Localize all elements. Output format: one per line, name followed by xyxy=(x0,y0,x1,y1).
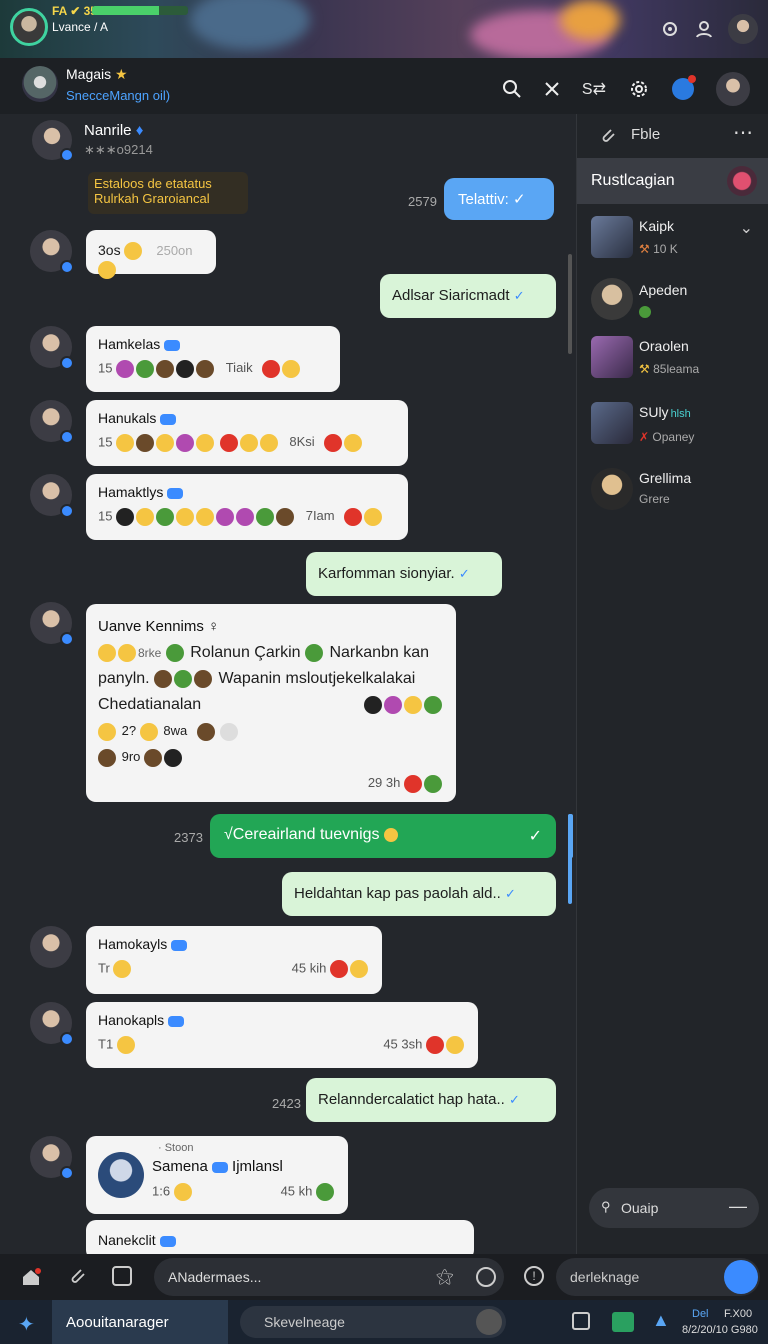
message-bubble[interactable]: √Cereairland tuevnigs ✓ xyxy=(210,814,556,858)
player-avatar[interactable] xyxy=(10,8,48,46)
message-bubble[interactable]: Hanukals 15 8Ksi xyxy=(86,400,408,466)
minus-icon[interactable]: — xyxy=(729,1196,747,1217)
avatar[interactable] xyxy=(30,230,74,274)
verified-icon xyxy=(159,1235,176,1247)
info-icon[interactable]: ! xyxy=(524,1266,544,1286)
message-bubble[interactable]: Uanve Kennims ♀ 8rke Rolanun Çarkin Nark… xyxy=(86,604,456,802)
message-bubble[interactable]: · Stoon Samena Ijmlansl 1:6 45 kh xyxy=(86,1136,348,1214)
tray-icon[interactable] xyxy=(612,1312,634,1332)
message-bubble[interactable]: 3os 250on xyxy=(86,230,216,279)
verified-icon xyxy=(168,1015,185,1027)
message-bubble[interactable]: Karfomman sionyiar. ✓ xyxy=(306,552,502,596)
sidebar-item[interactable]: Apeden xyxy=(577,278,768,334)
message-input[interactable]: ANadermaes... ⚝ xyxy=(154,1258,504,1296)
tray-icon[interactable] xyxy=(572,1312,590,1330)
message-bubble[interactable]: Nanekclit xyxy=(86,1220,474,1254)
clock-time: F.X00 xyxy=(724,1308,753,1320)
translate-icon[interactable]: S⇄ xyxy=(582,79,606,99)
sender-status: ∗∗∗o9214 xyxy=(84,142,153,157)
message-composer: ANadermaes... ⚝ ! derleknage xyxy=(0,1254,768,1300)
section-avatar[interactable] xyxy=(727,166,757,196)
sidebar-item[interactable]: SUly hlsh ✗ Opaney xyxy=(577,400,768,456)
avatar[interactable] xyxy=(32,120,74,162)
message-bubble[interactable]: Relanndercalatict hap hata.. ✓ xyxy=(306,1078,556,1122)
notification-icon[interactable] xyxy=(672,75,696,100)
avatar[interactable] xyxy=(30,1136,74,1180)
tray-label: Del xyxy=(692,1308,709,1320)
message-time: 2423 xyxy=(272,1096,301,1111)
sidebar-item[interactable]: Kaipk ⚒ 10 K ⌄ xyxy=(577,214,768,270)
voice-icon[interactable]: ⚝ xyxy=(436,1266,454,1287)
sender-name: Nanrile ♦ xyxy=(84,122,144,139)
attach-icon[interactable] xyxy=(599,126,617,144)
verified-icon xyxy=(164,339,181,351)
message-time: 2579 xyxy=(408,194,437,209)
game-banner: FA ✔ 35823 Lvance / A xyxy=(0,0,768,58)
clock-date: 8/2/20/10 G980 xyxy=(682,1324,758,1336)
sidebar-item[interactable]: Oraolen ⚒ 85leama xyxy=(577,334,768,390)
gear-icon[interactable] xyxy=(660,19,680,39)
search-icon[interactable] xyxy=(476,1309,502,1335)
chat-scrollbar[interactable] xyxy=(568,254,572,354)
avatar[interactable] xyxy=(30,474,74,518)
right-sidebar: Fble ⋯ Rustlcagian Kaipk ⚒ 10 K ⌄ Apeden… xyxy=(576,114,768,1254)
taskbar-search[interactable]: Skevelneage xyxy=(240,1306,506,1338)
chat-messages[interactable]: Nanrile ♦ ∗∗∗o9214 Estaloos de etatatus … xyxy=(0,114,576,1254)
sidebar-bottom-control[interactable]: ⚲ Ouaip — xyxy=(589,1188,759,1228)
rocket-icon[interactable]: ▲ xyxy=(652,1310,670,1331)
start-icon[interactable]: ✦ xyxy=(18,1312,35,1337)
sidebar-item[interactable]: Grellima Grere xyxy=(577,466,768,522)
account-avatar[interactable] xyxy=(716,72,750,106)
verified-icon xyxy=(171,939,188,951)
chevron-down-icon[interactable]: ⌄ xyxy=(740,218,753,238)
avatar[interactable] xyxy=(30,602,74,646)
verified-icon xyxy=(167,487,184,499)
file-label[interactable]: Fble xyxy=(631,126,660,143)
message-bubble[interactable]: Hamaktlys 15 7Iam xyxy=(86,474,408,540)
message-bubble[interactable]: Telattiv: ✓ xyxy=(444,178,554,220)
system-note: Estaloos de etatatus Rulrkah Graroiancal xyxy=(88,172,248,214)
secondary-input[interactable]: derleknage xyxy=(556,1258,760,1296)
group-subtitle: SnecceMangn oil) xyxy=(66,88,171,103)
avatar xyxy=(98,1152,144,1198)
message-bubble[interactable]: Heldahtan kap pas paolah ald.. ✓ xyxy=(282,872,556,916)
avatar[interactable] xyxy=(30,326,74,370)
settings-icon[interactable] xyxy=(628,78,650,100)
sticker-icon[interactable] xyxy=(112,1266,132,1286)
profile-avatar[interactable] xyxy=(728,14,758,44)
message-time: 2373 xyxy=(174,830,203,845)
send-icon[interactable] xyxy=(724,1260,758,1294)
group-avatar[interactable] xyxy=(22,66,58,102)
selection-marker xyxy=(568,814,573,858)
taskbar: ✦ Aoouitanarager Skevelneage ▲ Del F.X00… xyxy=(0,1300,768,1344)
close-icon[interactable] xyxy=(544,81,560,97)
sidebar-section[interactable]: Rustlcagian xyxy=(577,158,768,204)
taskbar-app[interactable]: Aoouitanarager xyxy=(52,1300,228,1344)
message-bubble[interactable]: Hamkelas 15 Tiaik xyxy=(86,326,340,392)
avatar[interactable] xyxy=(30,926,72,968)
camera-icon[interactable] xyxy=(476,1267,496,1287)
group-title: Magais ★ xyxy=(66,66,128,82)
attach-icon[interactable] xyxy=(68,1266,88,1291)
avatar[interactable] xyxy=(30,400,74,444)
verified-icon xyxy=(211,1161,228,1173)
message-bubble[interactable]: Hanokapls T1 45 3sh xyxy=(86,1002,478,1068)
player-name: Lvance / A xyxy=(52,20,109,34)
user-icon[interactable] xyxy=(694,19,714,39)
avatar[interactable] xyxy=(30,1002,74,1046)
search-icon[interactable] xyxy=(502,79,522,99)
message-bubble[interactable]: Hamokayls Tr 45 kih xyxy=(86,926,382,994)
health-bar xyxy=(92,6,188,15)
home-icon[interactable] xyxy=(20,1266,42,1293)
verified-icon xyxy=(160,413,177,425)
more-icon[interactable]: ⋯ xyxy=(733,120,753,145)
message-bubble[interactable]: Adlsar Siaricmadt ✓ xyxy=(380,274,556,318)
chat-header: Magais ★ SnecceMangn oil) S⇄ xyxy=(0,58,768,114)
